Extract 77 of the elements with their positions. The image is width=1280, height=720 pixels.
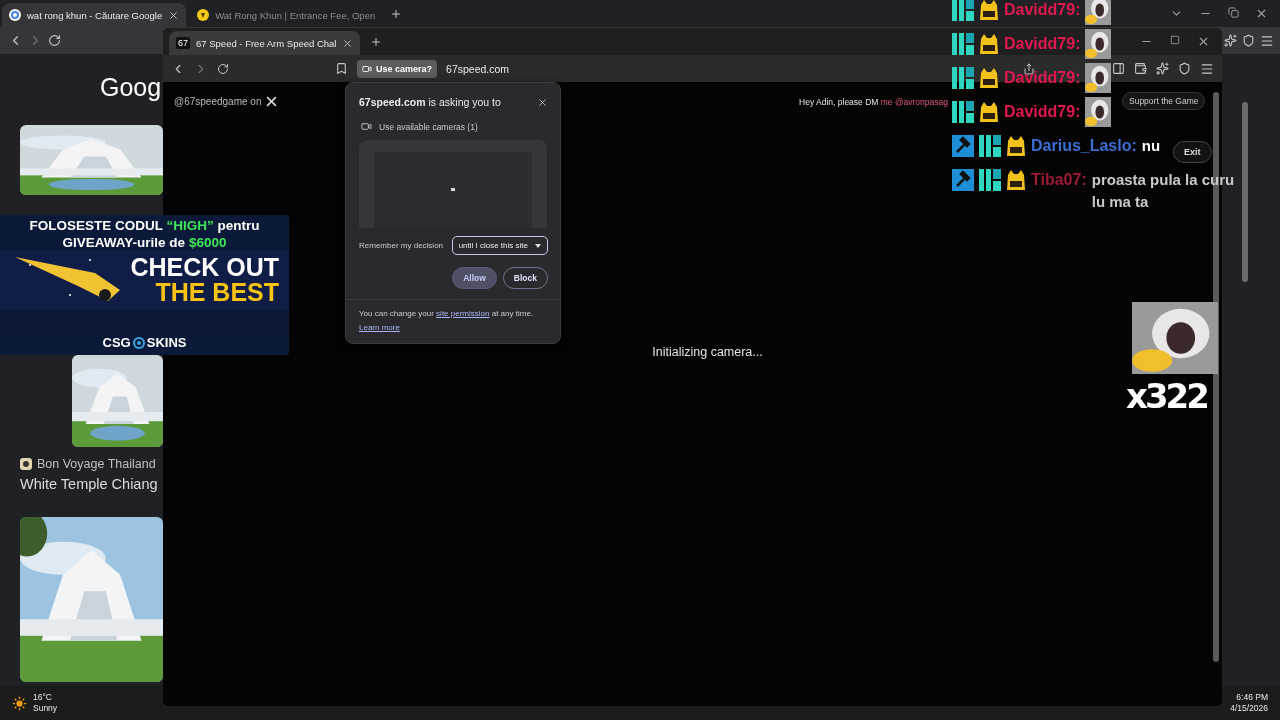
scrollbar[interactable]: [1242, 102, 1248, 282]
combo-count: x322: [1126, 378, 1207, 414]
menu-icon[interactable]: [1260, 33, 1274, 48]
shield-icon[interactable]: [1178, 62, 1191, 75]
sun-icon: [12, 695, 27, 711]
promo-text: FOLOSESTE CODUL “HIGH” pentru: [28, 218, 261, 233]
close-icon[interactable]: [1255, 7, 1268, 20]
address-bar[interactable]: 67speed.com: [446, 62, 510, 75]
chat-message: nu: [1141, 136, 1161, 156]
google-icon: [9, 9, 21, 21]
sidebar-icon[interactable]: [1112, 62, 1125, 75]
camera-icon: [361, 121, 372, 132]
menu-icon[interactable]: [1200, 61, 1214, 76]
brand-name: CSG: [102, 335, 131, 350]
monster-icon: [1006, 169, 1026, 191]
footer-text: You can change your site permission at any time.: [359, 309, 534, 318]
brand-name: SKINS: [146, 335, 187, 350]
monster-icon: [979, 67, 999, 89]
subscriber-badge-icon: [979, 169, 1001, 191]
block-button[interactable]: Block: [502, 267, 548, 289]
subscriber-badge-icon: [979, 135, 1001, 157]
bookmark-icon[interactable]: [335, 62, 348, 75]
result-title[interactable]: White Temple Chiang: [20, 476, 163, 492]
remember-label: Remember my decision: [359, 241, 444, 250]
reload-icon[interactable]: [48, 34, 61, 47]
reload-icon[interactable]: [217, 62, 229, 75]
learn-more-link[interactable]: Learn more: [359, 323, 400, 332]
chat-username[interactable]: Davidd79:: [1004, 95, 1081, 129]
social-handle[interactable]: @67speedgame on: [174, 96, 262, 107]
ad-banner[interactable]: FOLOSESTE CODUL “HIGH” pentru GIVEAWAY-urile de $6000 CHECK OUT THE BEST CSG SKINS: [0, 215, 289, 355]
close-icon[interactable]: [537, 96, 548, 108]
browser-tab[interactable]: wat rong khun - Căutare Google: [2, 3, 187, 27]
close-icon[interactable]: [168, 9, 180, 21]
monster-icon: [979, 33, 999, 55]
notice-text: Hey Adin, please DM me @avronpasag: [799, 96, 948, 107]
exit-button[interactable]: Exit: [1173, 141, 1212, 163]
monster-icon: [979, 101, 999, 123]
site-permission-link[interactable]: site permission: [436, 309, 490, 318]
target-icon: [132, 336, 145, 349]
result-source[interactable]: Bon Voyage Thailand: [37, 457, 156, 471]
promo-text: GIVEAWAY-urile de $6000: [61, 235, 228, 250]
chat-message: proasta pula la curu lu ma ta: [1091, 170, 1236, 212]
browser-tab[interactable]: 67 67 Speed - Free Arm Speed Chal: [169, 31, 361, 55]
browser-tab[interactable]: Wat Rong Khun | Entrance Fee, Open: [190, 3, 383, 27]
new-tab-icon[interactable]: [390, 7, 403, 20]
subscriber-badge-icon: [952, 101, 974, 123]
sparkle-icon[interactable]: [1224, 34, 1237, 47]
caret-icon: [535, 243, 541, 248]
restore-icon[interactable]: [1228, 7, 1239, 20]
clock-date: 4/15/2026: [1230, 703, 1268, 714]
close-icon[interactable]: [1197, 35, 1210, 48]
x-logo-icon: [266, 96, 278, 107]
shield-icon[interactable]: [1242, 34, 1255, 47]
wallet-icon[interactable]: [1134, 62, 1147, 75]
support-button[interactable]: Support the Game: [1122, 92, 1206, 110]
camera-permission-chip[interactable]: Use camera?: [357, 59, 438, 78]
monster-icon: [1006, 135, 1026, 157]
temperature: 16°C: [33, 692, 52, 703]
new-tab-icon[interactable]: [370, 35, 383, 48]
clock-time: 6:46 PM: [1236, 692, 1268, 703]
sparkle-icon[interactable]: [1156, 62, 1169, 75]
allow-button[interactable]: Allow: [452, 267, 497, 289]
weather-condition: Sunny: [33, 703, 58, 714]
subscriber-badge-icon: [952, 0, 974, 21]
subscriber-badge-icon: [952, 33, 974, 55]
permission-text: Use available cameras (1): [379, 121, 478, 132]
close-icon[interactable]: [342, 37, 354, 49]
site-favicon: 67: [176, 37, 190, 49]
subscriber-badge-icon: [952, 67, 974, 89]
monster-icon: [979, 0, 999, 21]
camera-icon: [362, 63, 372, 74]
google-logo: Goog: [100, 73, 162, 102]
duration-select[interactable]: until I close this site: [451, 236, 548, 255]
status-text: Initializing camera...: [652, 344, 763, 359]
popup-title: 67speed.com is asking you to: [359, 96, 501, 108]
chat-username[interactable]: Darius_Laslo:: [1031, 129, 1137, 163]
source-icon: [20, 458, 32, 470]
